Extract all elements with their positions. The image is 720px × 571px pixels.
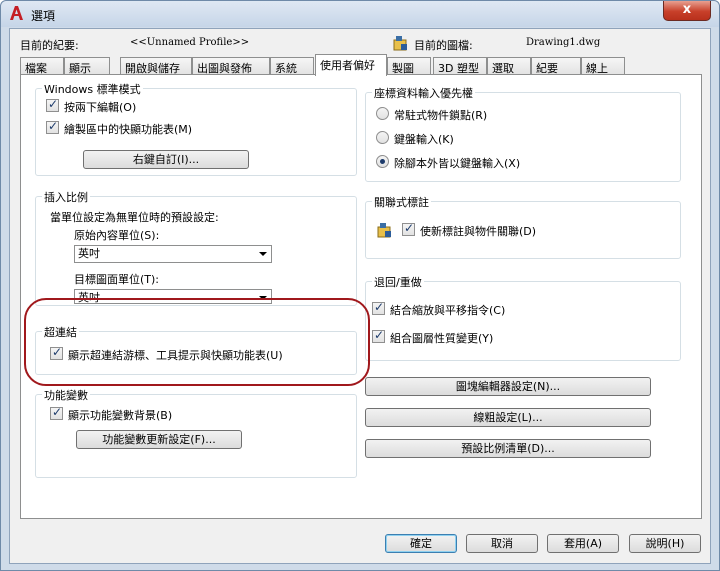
shortcut-menu-label: 繪製區中的快顯功能表(M) [64,123,193,136]
drawing-label: 目前的圖檔: [414,39,473,52]
keyboard-entry-label: 鍵盤輸入(K) [394,133,454,146]
keyboard-entry-radio[interactable] [376,131,389,144]
insertion-scale-group: 插入比例 當單位設定為無單位時的預設設定: 原始內容單位(S): 英吋 目標圖面… [35,189,357,306]
field-background-checkbox[interactable]: ✓ [50,405,63,420]
combine-layer-changes-checkbox[interactable]: ✓ [372,328,385,343]
coordinate-priority-group: 座標資料輸入優先權 常駐式物件鎖點(R) 鍵盤輸入(K) 除腳本外皆以鍵盤輸入(… [365,85,681,182]
associative-dimension-group: 關聯式標註 ✓ 使新標註與物件關聯(D) [365,194,681,259]
annotation-highlight [24,298,370,386]
options-dialog: 選項 x 目前的紀要: <<Unnamed Profile>> 目前的圖檔: D… [0,0,720,571]
tab-drafting[interactable]: 製圖 [387,57,431,75]
associative-dimension-title: 關聯式標註 [372,194,431,210]
source-units-dropdown[interactable]: 英吋 [74,245,272,263]
chevron-down-icon [259,252,267,256]
profile-label: 目前的紀要: [20,39,79,52]
running-osnap-radio[interactable] [376,107,389,120]
associative-dimension-icon [377,223,391,238]
insertion-scale-description: 當單位設定為無單位時的預設設定: [50,211,219,224]
tab-user-preferences[interactable]: 使用者偏好 [315,54,387,76]
user-preferences-panel: Windows 標準模式 ✓ 按兩下編輯(O) ✓ 繪製區中的快顯功能表(M) … [20,74,702,519]
field-background-label: 顯示功能變數背景(B) [68,409,173,422]
cancel-button[interactable]: 取消 [466,534,538,553]
source-units-label: 原始內容單位(S): [74,229,160,242]
combine-zoom-pan-label: 結合縮放與平移指令(C) [390,304,506,317]
tab-display[interactable]: 顯示 [64,57,110,75]
close-button[interactable]: x [663,1,711,21]
combine-layer-changes-label: 組合圖層性質變更(Y) [390,332,494,345]
source-units-value: 英吋 [78,247,100,260]
help-button[interactable]: 說明(H) [629,534,701,553]
undo-redo-group: 退回/重做 ✓ 結合縮放與平移指令(C) ✓ 組合圖層性質變更(Y) [365,274,681,361]
drawing-value: Drawing1.dwg [526,37,601,48]
running-osnap-label: 常駐式物件鎖點(R) [394,109,488,122]
right-click-customize-button[interactable]: 右鍵自訂(I)... [83,150,249,169]
autocad-logo-icon [10,6,23,20]
fields-title: 功能變數 [42,387,90,403]
profile-value: <<Unnamed Profile>> [130,37,250,48]
tab-plot-publish[interactable]: 出圖與發佈 [192,57,270,75]
tab-online[interactable]: 線上 [581,57,625,75]
block-editor-settings-button[interactable]: 圖塊編輯器設定(N)... [365,377,651,396]
title-bar[interactable]: 選項 x [1,1,719,27]
field-update-settings-button[interactable]: 功能變數更新設定(F)... [76,430,242,449]
fields-group: 功能變數 ✓ 顯示功能變數背景(B) 功能變數更新設定(F)... [35,387,357,478]
coordinate-priority-title: 座標資料輸入優先權 [372,85,475,101]
drawing-file-icon [393,36,407,51]
associate-dimension-label: 使新標註與物件關聯(D) [420,225,537,238]
double-click-edit-label: 按兩下編輯(O) [64,101,137,114]
insertion-scale-title: 插入比例 [42,189,90,205]
dialog-body: 目前的紀要: <<Unnamed Profile>> 目前的圖檔: Drawin… [9,28,711,564]
default-scale-list-button[interactable]: 預設比例清單(D)... [365,439,651,458]
tab-files[interactable]: 檔案 [20,57,64,75]
window-title: 選項 [31,9,56,23]
combine-zoom-pan-checkbox[interactable]: ✓ [372,300,385,315]
tab-profiles[interactable]: 紀要 [531,57,581,75]
double-click-edit-checkbox[interactable]: ✓ [46,97,59,112]
keyboard-except-scripts-radio[interactable] [376,155,389,168]
shortcut-menu-checkbox[interactable]: ✓ [46,119,59,134]
keyboard-except-scripts-label: 除腳本外皆以鍵盤輸入(X) [394,157,521,170]
windows-standard-group: Windows 標準模式 ✓ 按兩下編輯(O) ✓ 繪製區中的快顯功能表(M) … [35,81,357,176]
ok-button[interactable]: 確定 [385,534,457,553]
apply-button[interactable]: 套用(A) [547,534,619,553]
target-units-label: 目標圖面單位(T): [74,273,160,286]
lineweight-settings-button[interactable]: 線粗設定(L)... [365,408,651,427]
associate-dimension-checkbox[interactable]: ✓ [402,221,415,236]
windows-standard-title: Windows 標準模式 [42,81,143,97]
tab-selection[interactable]: 選取 [487,57,531,75]
tab-3d-modeling[interactable]: 3D 塑型 [433,57,487,75]
undo-redo-title: 退回/重做 [372,274,424,290]
tab-system[interactable]: 系統 [270,57,314,75]
tab-open-save[interactable]: 開啟與儲存 [120,57,192,75]
